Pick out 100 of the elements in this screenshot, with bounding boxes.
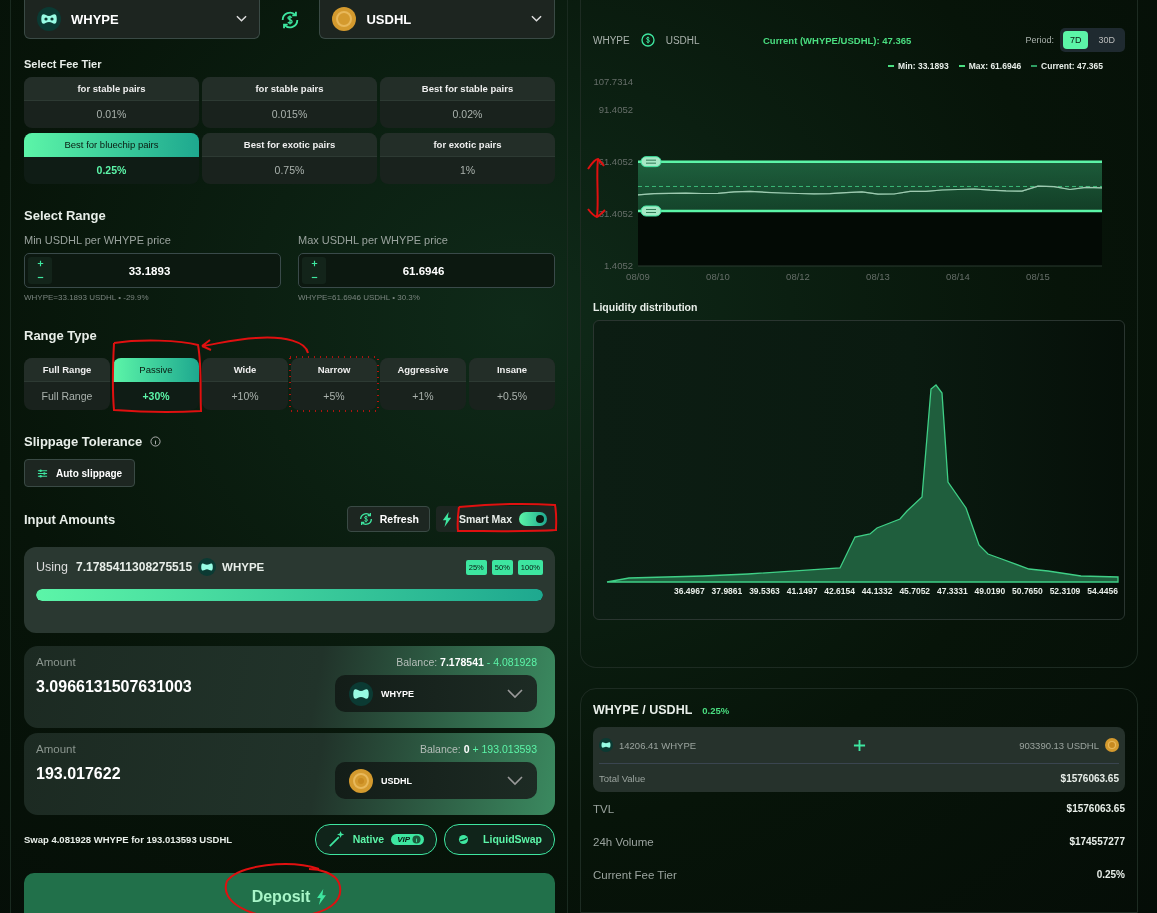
pool-title: WHYPE / USDHL [593, 703, 693, 717]
period-label: Period: [1025, 35, 1054, 45]
route-button[interactable]: LiquidSwap [444, 823, 555, 855]
reserve-amount: 903390.13 USDHL [1019, 739, 1099, 751]
amount-value[interactable]: 193.017622 [36, 765, 121, 783]
plus-icon[interactable] [309, 259, 319, 269]
swap-summary: Swap 4.081928 WHYPE for 193.013593 USDHL [24, 833, 233, 845]
fee-tier-option[interactable]: Best for bluechip pairs 0.25% [24, 133, 199, 184]
y-tick-label: 107.7314 [593, 76, 633, 87]
x-tick-label: 08/15 [1026, 271, 1050, 282]
chevron-down-icon [507, 775, 523, 786]
plus-icon [852, 738, 866, 752]
period-tab[interactable]: 30D [1091, 31, 1122, 49]
stat-value: 0.25% [1096, 869, 1125, 880]
price-axis-label: 41.1497 [786, 586, 818, 596]
amount-label: Amount [36, 743, 77, 755]
fee-tier-option[interactable]: Best for stable pairs 0.02% [380, 77, 555, 128]
price-axis-label: 49.0190 [974, 586, 1006, 596]
section-title: Select Fee Tier [24, 58, 103, 70]
range-type-option[interactable]: Insane +0.5% [469, 358, 555, 410]
fee-tier-option[interactable]: Best for exotic pairs 0.75% [202, 133, 377, 184]
section-title: Range Type [24, 328, 98, 343]
fee-tier-option[interactable]: for exotic pairs 1% [380, 133, 555, 184]
price-input-field[interactable]: 33.1893 [24, 253, 281, 288]
amount-label: Amount [36, 656, 77, 668]
info-icon[interactable] [150, 436, 162, 447]
token-select[interactable]: WHYPE [335, 675, 537, 712]
section-title: Select Range [24, 208, 107, 223]
stat-label: 24h Volume [593, 835, 654, 848]
token-select[interactable]: USDHL [335, 762, 537, 799]
auto-slippage-button[interactable]: Auto slippage [24, 459, 136, 487]
total-value-label: Total Value [599, 772, 646, 784]
coin-icon [332, 7, 357, 31]
price-axis-label: 50.7650 [1012, 586, 1043, 596]
price-axis-label: 39.5363 [749, 586, 780, 596]
token-icon [599, 738, 613, 752]
token-select[interactable]: USDHL [319, 0, 555, 39]
token-icon [37, 7, 61, 31]
chevron-down-icon [235, 15, 247, 23]
price-axis-label: 54.4456 [1087, 586, 1118, 596]
refresh-button[interactable]: Refresh [346, 506, 430, 532]
total-value: $1576063.65 [1060, 772, 1119, 784]
chevron-down-icon [507, 688, 523, 699]
smart-max-label: Smart Max [458, 513, 512, 525]
y-tick-label: 91.4052 [598, 104, 633, 116]
x-tick-label: 08/13 [866, 271, 890, 282]
section-title: Liquidity distribution [593, 301, 699, 313]
price-axis-label: 44.1332 [861, 586, 893, 596]
range-type-option[interactable]: Narrow +5% [291, 358, 377, 410]
stat-value: $174557277 [1069, 836, 1125, 847]
section-title: Slippage Tolerance [24, 434, 143, 449]
range-type-option[interactable]: Full Range Full Range [24, 358, 110, 410]
current-price: Current (WHYPE/USDHL): 47.365 [763, 34, 913, 46]
stat-label: Current Fee Tier [593, 868, 677, 881]
toggle-switch[interactable] [519, 512, 547, 526]
plus-icon[interactable] [35, 259, 45, 269]
using-label: Using [36, 560, 68, 574]
fee-label: 0.25% [702, 705, 730, 716]
deposit-button[interactable]: Deposit [24, 873, 555, 913]
section-title: Input Amounts [24, 511, 116, 527]
price-input-field[interactable]: 61.6946 [298, 253, 555, 288]
x-tick-label: 08/12 [786, 271, 810, 282]
sliders-icon [37, 467, 48, 479]
price-axis-label: 37.9861 [711, 586, 743, 596]
legend-label: Current: 47.365 [1041, 61, 1103, 71]
stat-label: TVL [593, 802, 615, 815]
stat-value: $1576063.65 [1066, 803, 1125, 814]
using-amount: 7.1785411308275515 [75, 560, 193, 574]
range-type-option[interactable]: Aggressive +1% [380, 358, 466, 410]
price-axis-label: 36.4967 [674, 586, 705, 596]
info-icon [412, 834, 422, 844]
route-button[interactable]: Native VIP [314, 823, 438, 855]
balance-text: Balance: 7.178541 - 4.081928 [396, 656, 537, 668]
range-type-option[interactable]: Wide +10% [202, 358, 288, 410]
fee-tier-option[interactable]: for stable pairs 0.01% [24, 77, 199, 128]
price-axis-label: 42.6154 [824, 586, 855, 596]
amount-value[interactable]: 3.0966131507631003 [36, 678, 192, 696]
magic-wand-icon [327, 830, 346, 848]
coin-icon [1105, 738, 1119, 752]
coin-icon [349, 768, 373, 793]
token-select[interactable]: WHYPE [24, 0, 260, 39]
fee-tier-option[interactable]: for stable pairs 0.015% [202, 77, 377, 128]
token-symbol: WHYPE [593, 34, 630, 46]
x-tick-label: 08/14 [946, 271, 970, 282]
price-hint: WHYPE=61.6946 USDHL • 30.3% [298, 293, 421, 302]
price-hint: WHYPE=33.1893 USDHL • -29.9% [24, 293, 150, 302]
token-symbol: WHYPE [222, 561, 265, 573]
lightning-icon [316, 888, 328, 905]
range-type-option[interactable]: Passive +30% [113, 358, 199, 410]
price-axis-label: 45.7052 [899, 586, 931, 596]
range-selection-drawing[interactable] [637, 156, 1103, 217]
legend-label: Min: 33.1893 [898, 61, 949, 71]
token-symbol: USDHL [665, 34, 700, 46]
price-axis-label: 52.3109 [1049, 586, 1081, 596]
legend-label: Max: 61.6946 [968, 61, 1022, 71]
refresh-dollar-icon [357, 511, 374, 527]
y-tick-label: 1.4052 [603, 260, 633, 271]
field-label: Min USDHL per WHYPE price [24, 234, 172, 246]
price-axis-label: 47.3331 [936, 586, 968, 596]
period-tab[interactable]: 7D [1062, 31, 1089, 49]
